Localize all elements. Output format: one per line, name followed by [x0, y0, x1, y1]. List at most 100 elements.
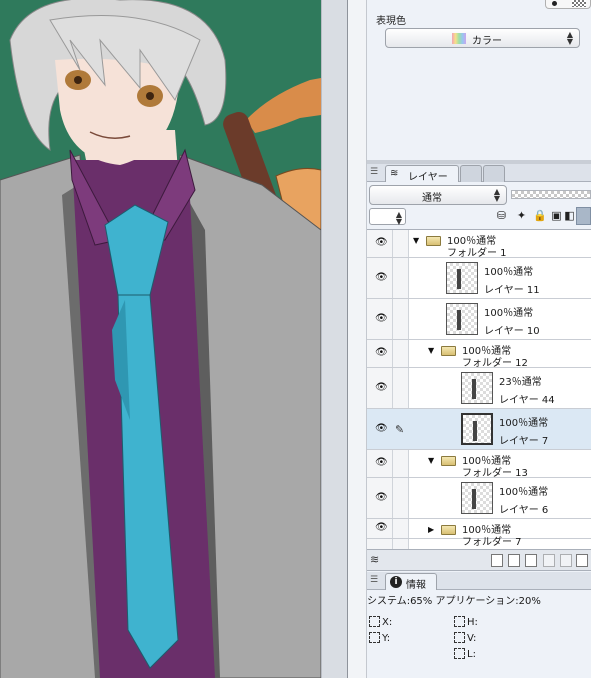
updown-arrows-icon: ▲ ▼: [395, 210, 402, 226]
thumbnail-mark: [457, 269, 461, 289]
folder-row[interactable]: 👁 ▼ 100％通常 フォルダー 12: [367, 340, 591, 369]
expression-color-label: 表現色: [376, 16, 406, 27]
folder-row[interactable]: 👁 ▶ 100％通常 フォルダー 7: [367, 519, 591, 548]
panel-splitter[interactable]: [347, 0, 367, 678]
panel-menu-icon[interactable]: ☰: [370, 575, 382, 586]
pen-icon: ✎: [395, 422, 405, 436]
lock-icon[interactable]: 🔒: [533, 209, 547, 223]
layer-row[interactable]: 👁 23％通常レイヤー 44: [367, 368, 591, 409]
eye-icon[interactable]: 👁: [375, 457, 388, 468]
info-tabbar: ☰ i 情報: [367, 572, 591, 591]
layers-icon: ≋: [390, 168, 399, 179]
layer-thumbnail: [461, 482, 493, 514]
layer-thumbnail: [446, 262, 478, 294]
checker-icon: [572, 0, 586, 7]
new-vector-layer-icon[interactable]: [508, 554, 520, 567]
coord-y-label: Y:: [382, 633, 391, 644]
tab-info[interactable]: i 情報: [385, 573, 437, 591]
coord-v-label: V:: [467, 633, 477, 644]
thumbnail-mark: [457, 310, 461, 330]
thumbnail-mark: [472, 489, 476, 509]
tab-layer-search[interactable]: [483, 165, 505, 182]
top-strip: [545, 0, 591, 9]
folder-row[interactable]: 👁 ▼ 100％通常 フォルダー 13: [367, 450, 591, 479]
coord-v: V:: [454, 632, 476, 644]
updown-arrows-icon: ▲ ▼: [566, 30, 573, 46]
panel-menu-icon[interactable]: ☰: [370, 167, 382, 178]
layer-list[interactable]: 👁 ▼ 100％通常 フォルダー 1 👁 100％通常 レイヤー 11 👁 100％通常 レイヤー…: [367, 229, 591, 549]
expression-color-value: カラー: [472, 36, 502, 47]
eye-icon[interactable]: 👁: [375, 382, 388, 393]
delete-layer-icon[interactable]: [576, 554, 588, 567]
tab-layer[interactable]: ≋ レイヤー: [385, 165, 459, 183]
layer-props: 23％通常: [499, 377, 542, 388]
eye-icon[interactable]: 👁: [375, 492, 388, 503]
thumbnail-mark: [472, 379, 476, 399]
eye-icon[interactable]: 👁: [375, 347, 388, 358]
layer-row[interactable]: 👁 ✎ 100％通常 レイヤー 7: [367, 409, 591, 450]
eye-icon[interactable]: 👁: [375, 313, 388, 324]
right-panel: 表現色 カラー ▲ ▼ ☰ ≋ レイヤー 通常 ▲ ▼ ▲ ▼ ⛁ ✦ 🔒 ▣ …: [367, 0, 591, 678]
new-layer-icon[interactable]: [491, 554, 503, 567]
folder-name: フォルダー 12: [462, 358, 528, 369]
layer-thumbnail: [461, 372, 493, 404]
eye-icon[interactable]: 👁: [375, 423, 388, 434]
y-icon: [369, 632, 380, 643]
folder-name: フォルダー 7: [462, 537, 522, 548]
layer-name: レイヤー 11: [484, 285, 540, 296]
new-folder-icon[interactable]: [525, 554, 537, 567]
color-swatch-icon: [452, 33, 466, 44]
info-body: システム:65% アプリケーション:20% X: Y: H: V: L:: [367, 590, 591, 678]
eye-icon[interactable]: 👁: [375, 272, 388, 283]
lock-transparency-icon[interactable]: ▣: [550, 209, 563, 223]
thumbnail-mark: [473, 421, 477, 441]
layer-tabbar: ☰ ≋ レイヤー: [367, 164, 591, 183]
eye-icon[interactable]: 👁: [375, 522, 388, 533]
pin-icon[interactable]: ✦: [515, 209, 528, 223]
layer-name: レイヤー 44: [499, 395, 555, 406]
coord-l: L:: [454, 648, 476, 660]
clip-icon[interactable]: ◧: [563, 209, 576, 223]
blend-row: 通常 ▲ ▼: [367, 183, 591, 207]
collapse-triangle-icon[interactable]: ▼: [428, 456, 434, 465]
opacity-slider[interactable]: [511, 190, 591, 199]
reference-layer-icon[interactable]: ⛁: [495, 209, 508, 223]
layer-row[interactable]: 👁 100％通常 レイヤー 11: [367, 258, 591, 299]
layer-name: レイヤー 7: [499, 436, 549, 447]
layers-icon[interactable]: ≋: [370, 553, 379, 566]
merge-down-icon[interactable]: [560, 554, 572, 567]
folder-icon: [441, 346, 456, 356]
dot-icon: [552, 1, 557, 6]
expand-triangle-icon[interactable]: ▶: [428, 525, 434, 534]
layer-row[interactable]: 👁 100％通常 レイヤー 6: [367, 478, 591, 519]
coord-x: X:: [369, 616, 392, 628]
collapse-triangle-icon[interactable]: ▼: [413, 236, 419, 245]
layer-props: 100％通常: [484, 267, 534, 278]
v-icon: [454, 632, 465, 643]
coord-l-label: L:: [467, 649, 476, 660]
app-window: 表現色 カラー ▲ ▼ ☰ ≋ レイヤー 通常 ▲ ▼ ▲ ▼ ⛁ ✦ 🔒 ▣ …: [0, 0, 591, 678]
coord-y: Y:: [369, 632, 390, 644]
folder-row[interactable]: 👁 ▼ 100％通常 フォルダー 1: [367, 230, 591, 259]
coord-h-label: H:: [467, 617, 478, 628]
layer-color-select[interactable]: ▲ ▼: [369, 208, 406, 226]
collapse-triangle-icon[interactable]: ▼: [428, 346, 434, 355]
folder-icon: [426, 236, 441, 246]
layer-thumbnail: [446, 303, 478, 335]
layer-row[interactable]: 👁 100％通常 レイヤー 10: [367, 299, 591, 340]
x-icon: [369, 616, 380, 627]
expression-color-select[interactable]: カラー ▲ ▼: [385, 28, 580, 48]
tab-layer-property[interactable]: [460, 165, 482, 182]
transfer-down-icon[interactable]: [543, 554, 555, 567]
eye-icon[interactable]: 👁: [375, 237, 388, 248]
layer-tools-row: ▲ ▼ ⛁ ✦ 🔒 ▣ ◧: [367, 207, 591, 227]
layer-props: 100％通常: [484, 308, 534, 319]
coord-x-label: X:: [382, 617, 393, 628]
drawing-canvas[interactable]: [0, 0, 321, 678]
layer-panel-footer: ≋: [367, 549, 591, 571]
blend-mode-value: 通常: [422, 193, 442, 204]
blend-mode-select[interactable]: 通常 ▲ ▼: [369, 185, 507, 205]
canvas-gutter: [321, 0, 347, 678]
mask-toggle-icon[interactable]: [576, 207, 591, 225]
layer-name: レイヤー 6: [499, 505, 549, 516]
